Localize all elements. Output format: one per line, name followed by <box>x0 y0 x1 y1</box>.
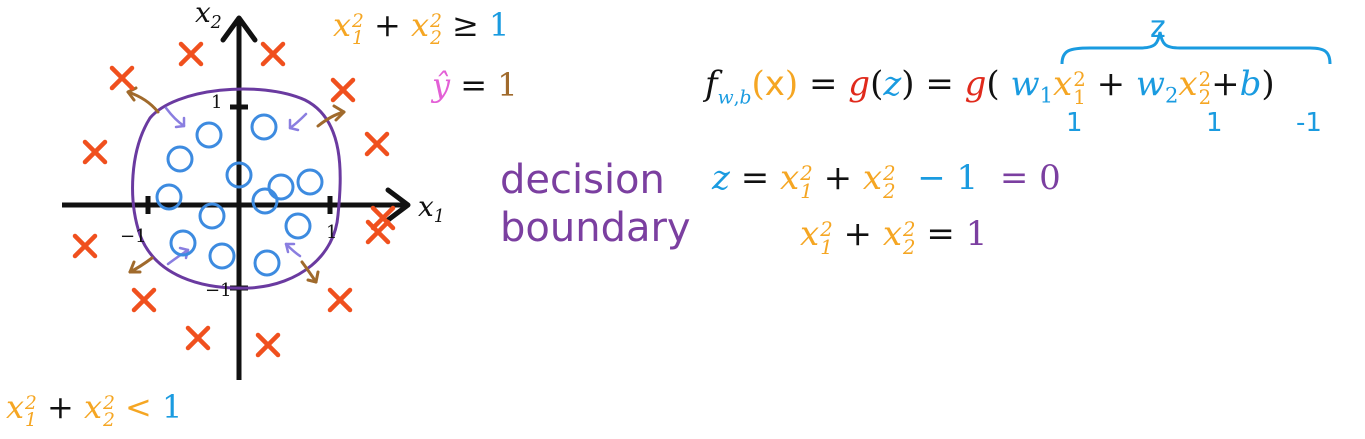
y-axis-label: x2 <box>195 0 222 34</box>
data-point-circle <box>208 242 236 270</box>
data-point-cross <box>72 233 98 259</box>
brace-z-label: z <box>1150 10 1166 45</box>
b-value: -1 <box>1296 108 1322 138</box>
data-point-cross <box>255 332 281 358</box>
data-point-circle <box>198 202 226 230</box>
data-point-circle <box>296 168 324 196</box>
outside-inequality: x21 + x22 ≥ 1 <box>333 6 510 49</box>
decision-label-line1: decision <box>500 157 665 203</box>
data-point-cross <box>364 131 390 157</box>
data-point-cross <box>260 41 286 67</box>
decision-label-line2: boundary <box>500 205 691 251</box>
data-point-circle <box>166 145 194 173</box>
w2-value: 1 <box>1206 108 1223 138</box>
circle-equation: x21 + x22 = 1 <box>800 214 988 259</box>
data-point-circle <box>267 173 295 201</box>
z-brace <box>1060 31 1332 65</box>
z-equation: z = x21 + x22 − 1 = 0 <box>712 158 1061 203</box>
data-point-cross <box>327 287 353 313</box>
decision-boundary-label: decision boundary <box>500 156 691 252</box>
data-point-cross <box>330 77 356 103</box>
tick-label-y-neg: −1 <box>205 280 232 301</box>
data-point-circle <box>251 187 279 215</box>
x-axis-label: x1 <box>418 190 445 228</box>
data-point-circle <box>195 121 223 149</box>
inside-inequality: x21 + x22 < 1 <box>6 388 183 431</box>
tick-label-x-pos: 1 <box>326 222 338 243</box>
data-point-circle <box>253 249 281 277</box>
data-point-cross <box>109 65 135 91</box>
tick-label-y-pos: 1 <box>211 92 223 113</box>
w1-value: 1 <box>1066 108 1083 138</box>
data-point-cross <box>82 139 108 165</box>
data-point-cross <box>178 41 204 67</box>
data-point-cross <box>185 325 211 351</box>
data-point-circle <box>284 212 312 240</box>
data-point-cross <box>131 287 157 313</box>
outside-prediction: ŷ = 1 <box>432 66 518 104</box>
decision-boundary-circle <box>131 87 342 290</box>
inward-arrow <box>164 106 186 128</box>
inward-arrow <box>288 112 308 130</box>
data-point-circle <box>169 229 197 257</box>
outward-arrow <box>126 90 160 114</box>
data-point-circle <box>250 113 278 141</box>
model-equation: fw,b(x) = g(z) = g( w1x 2 1 + w2x 2 2 +b) <box>705 64 1275 109</box>
tick-label-x-neg: −1 <box>120 226 147 247</box>
